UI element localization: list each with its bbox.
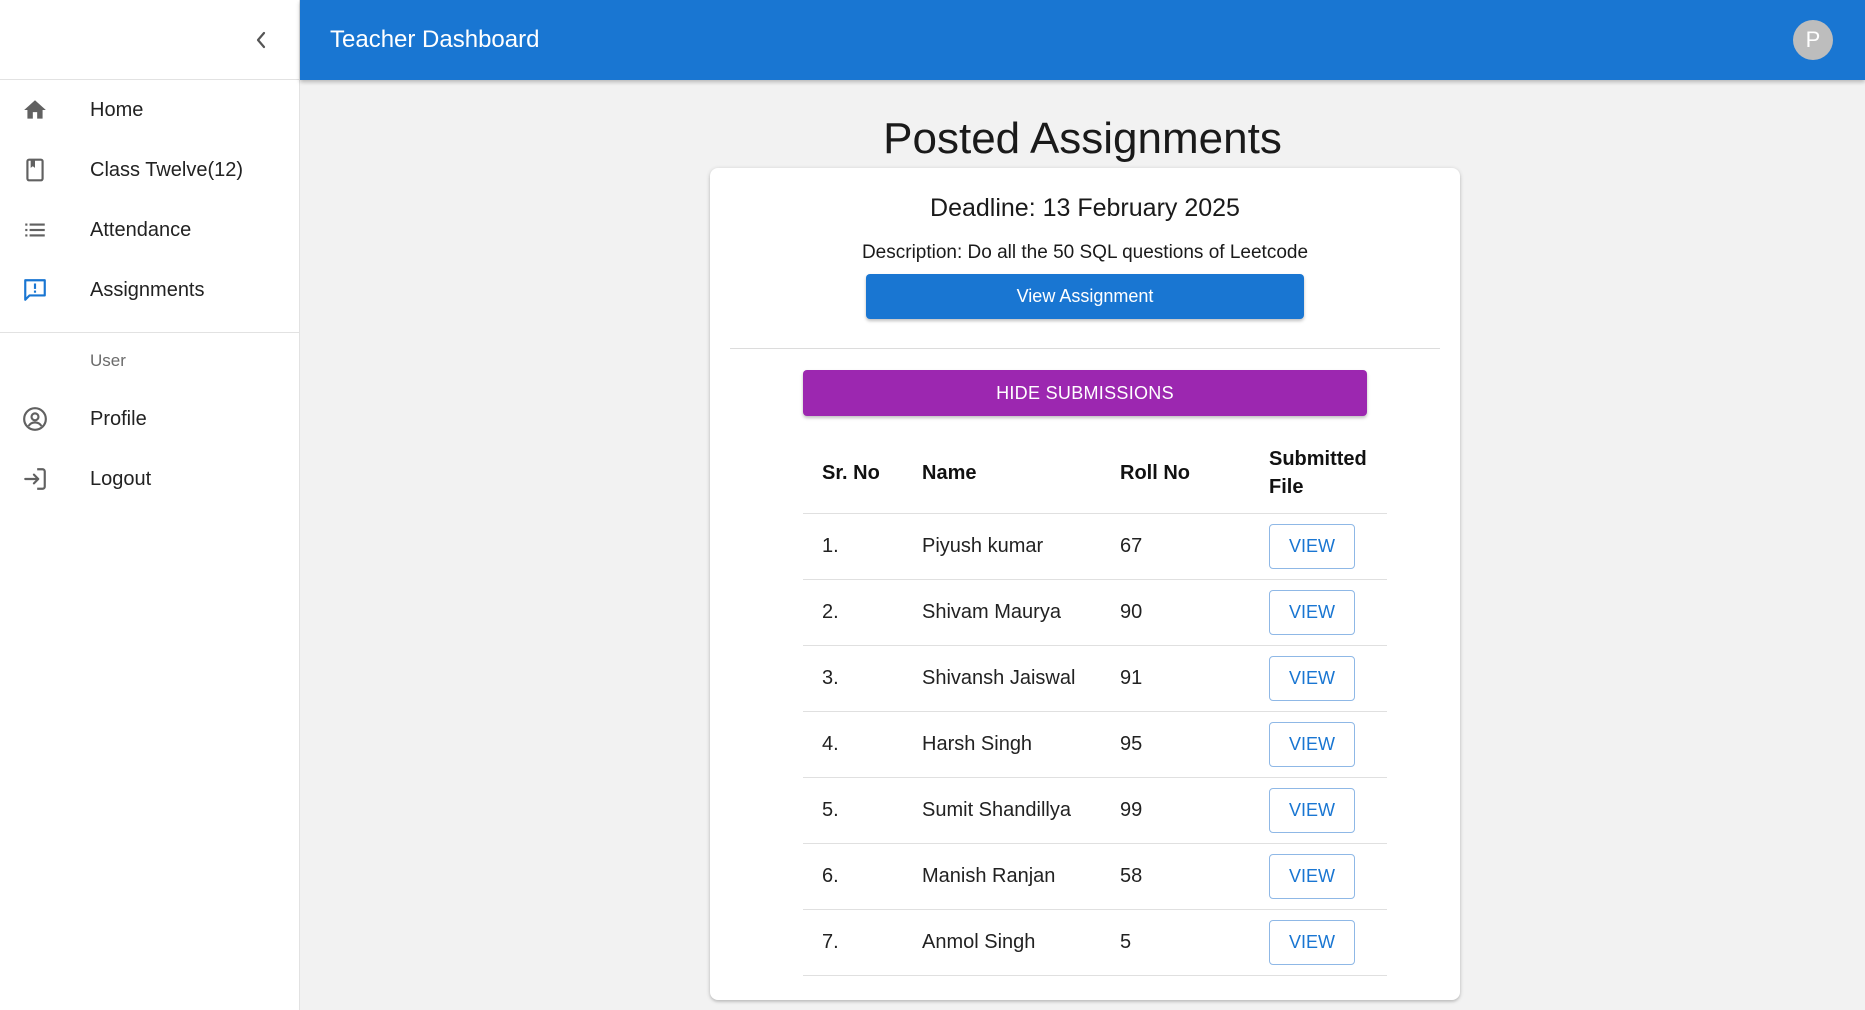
sidebar-item-logout[interactable]: Logout <box>0 449 299 509</box>
cell-sr-no: 4. <box>803 711 903 778</box>
cell-name: Shivansh Jaiswal <box>903 645 1101 712</box>
column-header-roll-no: Roll No <box>1101 433 1250 514</box>
sidebar-item-label: Profile <box>90 407 147 430</box>
cell-roll-no: 95 <box>1101 711 1250 778</box>
account-circle-icon <box>22 406 48 432</box>
table-row: 2. Shivam Maurya 90 VIEW <box>803 579 1387 646</box>
table-row: 3. Shivansh Jaiswal 91 VIEW <box>803 645 1387 712</box>
cell-sr-no: 3. <box>803 645 903 712</box>
column-header-name: Name <box>903 433 1101 514</box>
logout-icon <box>22 466 48 492</box>
cell-sr-no: 5. <box>803 777 903 844</box>
table-row: 5. Sumit Shandillya 99 VIEW <box>803 777 1387 844</box>
sidebar-item-assignments[interactable]: Assignments <box>0 260 299 320</box>
column-header-sr-no: Sr. No <box>803 433 903 514</box>
assignment-description: Description: Do all the 50 SQL questions… <box>861 242 1309 263</box>
cell-name: Sumit Shandillya <box>903 777 1101 844</box>
table-row: 1. Piyush kumar 67 VIEW <box>803 513 1387 580</box>
app-bar: Teacher Dashboard P <box>300 0 1865 80</box>
cell-file: VIEW <box>1250 777 1387 844</box>
cell-sr-no: 1. <box>803 513 903 580</box>
chevron-left-icon <box>256 31 266 49</box>
sidebar-item-attendance[interactable]: Attendance <box>0 200 299 260</box>
cell-roll-no: 58 <box>1101 843 1250 910</box>
class-book-icon <box>22 157 48 183</box>
view-file-button[interactable]: VIEW <box>1269 853 1355 899</box>
app-title: Teacher Dashboard <box>330 26 540 53</box>
cell-roll-no: 99 <box>1101 777 1250 844</box>
cell-file: VIEW <box>1250 843 1387 910</box>
cell-file: VIEW <box>1250 645 1387 712</box>
main-nav: Home Class Twelve(12) Attendance Assignm… <box>0 80 299 333</box>
cell-sr-no: 7. <box>803 909 903 976</box>
cell-name: Anmol Singh <box>903 909 1101 976</box>
view-assignment-button[interactable]: View Assignment <box>866 274 1304 319</box>
table-header-row: Sr. No Name Roll No Submitted File <box>803 433 1387 514</box>
view-file-button[interactable]: VIEW <box>1269 523 1355 569</box>
hide-submissions-button[interactable]: HIDE SUBMISSIONS <box>803 370 1367 416</box>
cell-roll-no: 67 <box>1101 513 1250 580</box>
avatar[interactable]: P <box>1793 20 1833 60</box>
cell-file: VIEW <box>1250 711 1387 778</box>
user-nav: Profile Logout <box>0 389 299 509</box>
cell-sr-no: 2. <box>803 579 903 646</box>
cell-name: Shivam Maurya <box>903 579 1101 646</box>
view-file-button[interactable]: VIEW <box>1269 919 1355 965</box>
cell-name: Harsh Singh <box>903 711 1101 778</box>
table-row: 4. Harsh Singh 95 VIEW <box>803 711 1387 778</box>
collapse-sidebar-button[interactable] <box>245 24 277 56</box>
cell-file: VIEW <box>1250 909 1387 976</box>
view-file-button[interactable]: VIEW <box>1269 787 1355 833</box>
table-row: 6. Manish Ranjan 58 VIEW <box>803 843 1387 910</box>
user-section-label: User <box>90 351 126 370</box>
list-icon <box>22 217 48 243</box>
column-header-submitted-file: Submitted File <box>1250 433 1387 514</box>
assignment-deadline: Deadline: 13 February 2025 <box>930 194 1240 222</box>
home-icon <box>22 97 48 123</box>
table-row: 7. Anmol Singh 5 VIEW <box>803 909 1387 976</box>
cell-sr-no: 6. <box>803 843 903 910</box>
sidebar: Home Class Twelve(12) Attendance Assignm… <box>0 0 300 1010</box>
cell-name: Manish Ranjan <box>903 843 1101 910</box>
cell-roll-no: 5 <box>1101 909 1250 976</box>
sidebar-item-home[interactable]: Home <box>0 80 299 140</box>
submissions-table: Sr. No Name Roll No Submitted File 1. Pi… <box>803 433 1387 976</box>
cell-roll-no: 90 <box>1101 579 1250 646</box>
sidebar-item-label: Logout <box>90 467 152 490</box>
cell-file: VIEW <box>1250 513 1387 580</box>
sidebar-item-class[interactable]: Class Twelve(12) <box>0 140 299 200</box>
sidebar-item-label: Assignments <box>90 278 205 301</box>
sidebar-header <box>0 0 299 80</box>
view-file-button[interactable]: VIEW <box>1269 589 1355 635</box>
sidebar-item-label: Class Twelve(12) <box>90 158 244 181</box>
sidebar-item-profile[interactable]: Profile <box>0 389 299 449</box>
assignment-card: Deadline: 13 February 2025 Description: … <box>710 168 1460 1000</box>
cell-roll-no: 91 <box>1101 645 1250 712</box>
view-file-button[interactable]: VIEW <box>1269 655 1355 701</box>
feedback-icon <box>22 277 48 303</box>
page-title: Posted Assignments <box>883 114 1282 163</box>
cell-file: VIEW <box>1250 579 1387 646</box>
sidebar-item-label: Home <box>90 98 144 121</box>
sidebar-item-label: Attendance <box>90 218 192 241</box>
divider <box>730 348 1440 349</box>
cell-name: Piyush kumar <box>903 513 1101 580</box>
view-file-button[interactable]: VIEW <box>1269 721 1355 767</box>
